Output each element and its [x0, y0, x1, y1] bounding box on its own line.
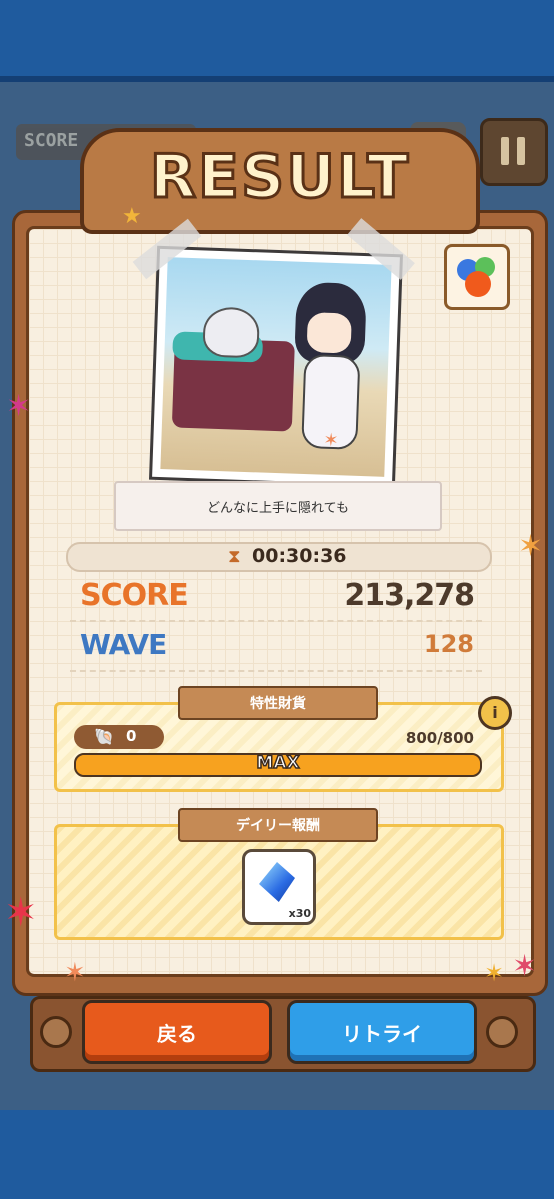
shell-currency-box: 🐚 0 — [74, 725, 164, 749]
starfish-icon: ✶ — [4, 890, 38, 936]
starfish-icon: ✶ — [512, 949, 538, 984]
score-value: 213,278 — [344, 578, 475, 613]
bolt — [40, 1016, 72, 1048]
trait-progress-bar: MAX — [74, 752, 482, 777]
beach-scene-image: ✶ — [160, 257, 392, 477]
info-icon[interactable]: i — [478, 696, 512, 730]
bolt — [486, 1016, 518, 1048]
result-title: RESULT — [148, 141, 411, 214]
starfish-icon: ✶ — [6, 389, 32, 424]
seeker-character — [281, 281, 377, 454]
reward-item[interactable]: x30 — [242, 849, 316, 925]
elemental-orbs-icon[interactable] — [444, 244, 510, 310]
pause-icon-bar — [517, 137, 525, 165]
wave-value: 128 — [423, 630, 474, 658]
score-label: SCORE — [80, 578, 189, 613]
starfish-icon: ✶ — [518, 529, 544, 564]
bottom-band — [0, 1110, 554, 1199]
retry-button[interactable]: リトライ — [287, 1000, 477, 1064]
blue-crystal-icon — [259, 862, 295, 902]
progress-max-label: MAX — [256, 752, 301, 774]
trait-currency-title: 特性財貨 — [178, 686, 378, 720]
elapsed-time: 00:30:36 — [252, 545, 347, 567]
shell-count: 0 — [126, 727, 137, 745]
hourglass-icon: ⧗ — [228, 546, 241, 567]
divider — [70, 670, 482, 672]
story-photo: ✶ — [148, 245, 404, 489]
hud-score-label: SCORE — [24, 130, 79, 151]
shell-icon: 🐚 — [94, 727, 114, 746]
photo-caption: どんなに上手に隠れても — [114, 481, 442, 531]
daily-reward-title: デイリー報酬 — [178, 808, 378, 842]
pause-button[interactable] — [480, 118, 548, 186]
divider — [70, 620, 482, 622]
star-icon: ★ — [122, 204, 142, 229]
trait-progress-text: 800/800 — [405, 729, 474, 747]
starfish-icon: ✶ — [64, 958, 86, 988]
elapsed-time-bar: ⧗ 00:30:36 — [66, 542, 492, 572]
pause-icon — [501, 137, 509, 165]
starfish-icon: ✶ — [484, 959, 505, 987]
reward-quantity: x30 — [288, 907, 311, 920]
hiding-character — [202, 306, 261, 359]
starfish-icon: ✶ — [323, 429, 339, 452]
back-button[interactable]: 戻る — [82, 1000, 272, 1064]
wave-label: WAVE — [80, 628, 167, 661]
top-band — [0, 0, 554, 82]
